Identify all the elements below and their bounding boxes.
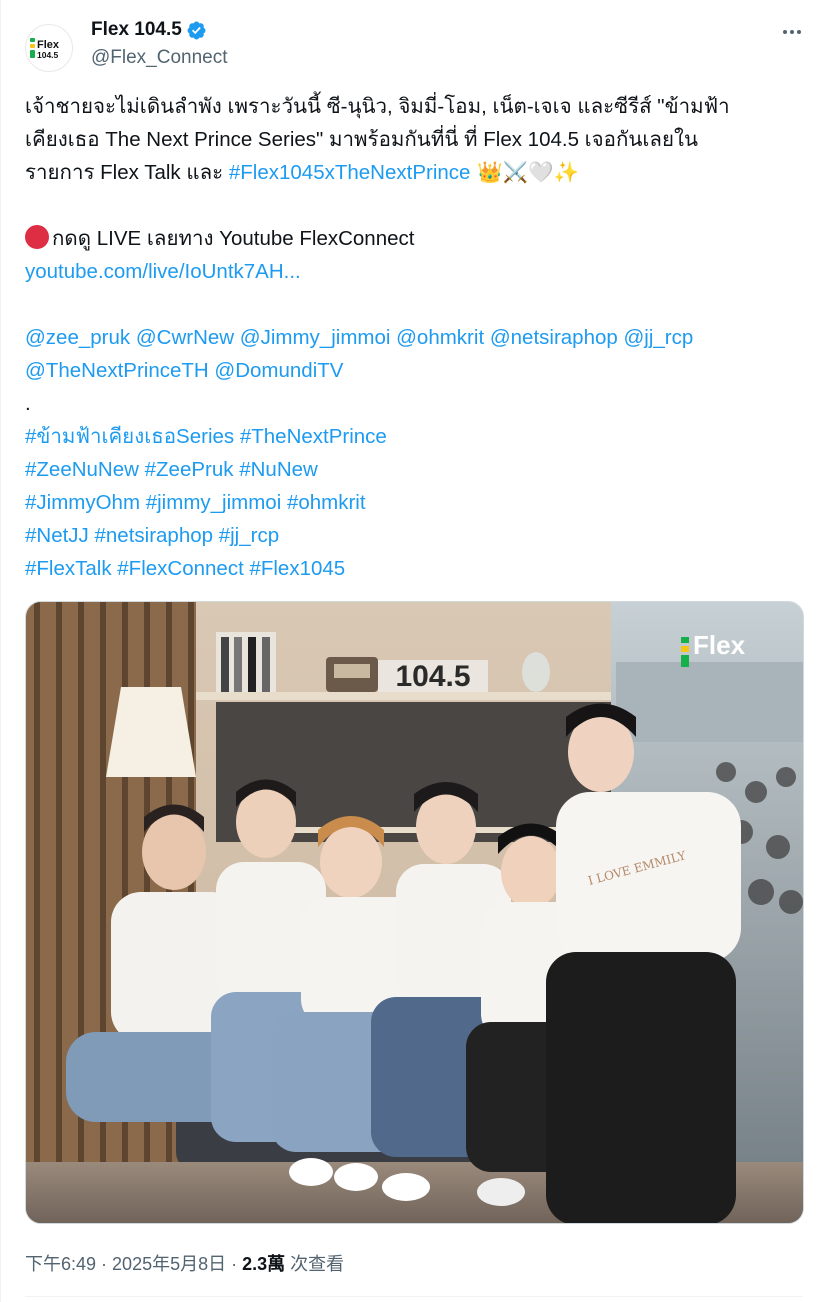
tweet-photo[interactable]: 104.5 Flex I LOVE EMMILY [25,601,804,1224]
views-count: 2.3萬 [242,1254,286,1274]
tweet-date[interactable]: 2025年5月8日 [112,1254,226,1274]
dot-separator: . [25,392,31,415]
hashtag-line[interactable]: #FlexTalk #FlexConnect #Flex1045 [25,552,805,585]
tweet-card: Flex 104.5 Flex 104.5 @Flex_Connect เจ้า… [0,0,827,1302]
tweet-text: เจ้าชายจะไม่เดินลำพัง เพราะวันนี้ ซี-นุน… [25,90,805,585]
emoji-group: 👑⚔️🤍✨ [470,160,580,184]
tweet-meta: 下午6:49 · 2025年5月8日 · 2.3萬 次查看 [25,1250,344,1276]
meta-separator: · [96,1254,113,1274]
youtube-link[interactable]: youtube.com/live/IoUntk7AH... [25,255,805,288]
hashtag-line[interactable]: #NetJJ #netsiraphop #jj_rcp [25,519,805,552]
verified-badge-icon [187,21,206,39]
live-text: กดดู LIVE เลยทาง Youtube FlexConnect [52,227,415,250]
tweet-line-3-text: รายการ Flex Talk และ [25,161,229,184]
group-photo-illustration: 104.5 Flex I LOVE EMMILY [26,602,803,1223]
flex-logo-icon: Flex 104.5 [30,38,60,60]
views-label: 次查看 [285,1254,345,1274]
tweet-time[interactable]: 下午6:49 [25,1254,96,1274]
tweet-header: Flex 104.5 Flex 104.5 @Flex_Connect [25,18,807,72]
watermark-text: Flex [693,630,746,660]
tweet-line-2: เคียงเธอ The Next Prince Series" มาพร้อม… [25,128,699,151]
tweet-line-3: รายการ Flex Talk และ #Flex1045xTheNextPr… [25,156,805,189]
mentions-line-2[interactable]: @TheNextPrinceTH @DomundiTV [25,354,805,387]
live-line: กดดู LIVE เลยทาง Youtube FlexConnect [25,222,805,255]
author-handle[interactable]: @Flex_Connect [91,47,228,69]
red-circle-icon [25,225,49,249]
meta-separator: · [226,1254,243,1274]
author-info: Flex 104.5 @Flex_Connect [91,18,228,69]
more-options-icon[interactable] [777,20,807,44]
hashtag-line[interactable]: #ZeeNuNew #ZeePruk #NuNew [25,453,805,486]
mentions-line-1[interactable]: @zee_pruk @CwrNew @Jimmy_jimmoi @ohmkrit… [25,321,805,354]
author-avatar[interactable]: Flex 104.5 [25,24,73,72]
hashtag-line[interactable]: #JimmyOhm #jimmy_jimmoi #ohmkrit [25,486,805,519]
author-display-name[interactable]: Flex 104.5 [91,19,182,41]
tweet-line-1: เจ้าชายจะไม่เดินลำพัง เพราะวันนี้ ซี-นุน… [25,95,730,118]
hashtag-line[interactable]: #ข้ามฟ้าเคียงเธอSeries #TheNextPrince [25,420,805,453]
divider [25,1296,803,1297]
studio-sign-text: 104.5 [395,660,470,693]
hashtag-link-main[interactable]: #Flex1045xTheNextPrince [229,161,471,184]
logo-text-bottom: 104.5 [37,50,59,60]
